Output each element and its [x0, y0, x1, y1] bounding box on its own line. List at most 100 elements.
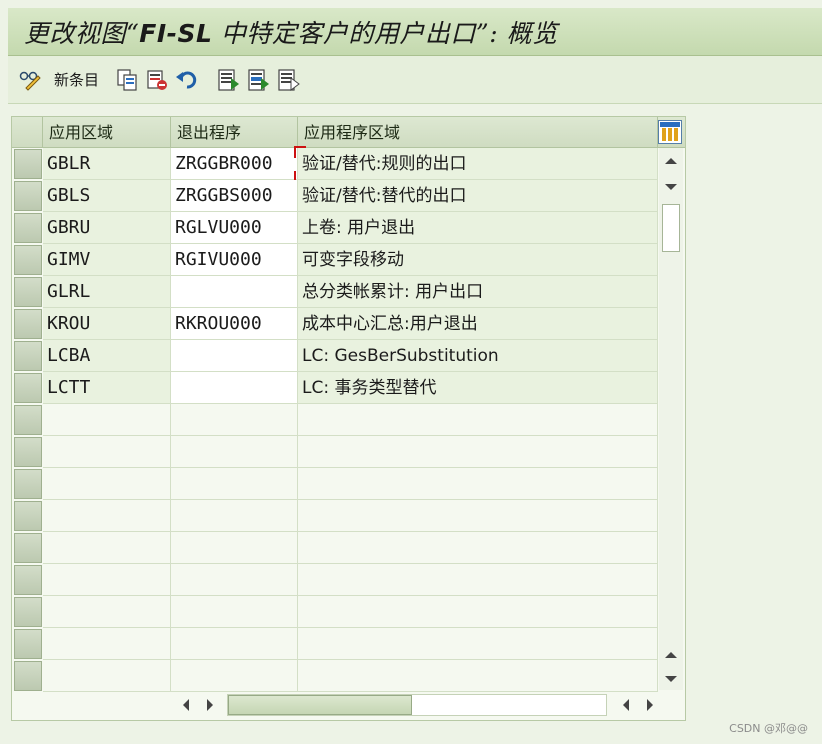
cell-exit-program-input[interactable]: RGIVU000: [171, 244, 298, 276]
view-table: 应用区域 退出程序 应用程序区域 GBLR ZRGGBR000 验证/替代:规则的出…: [11, 116, 686, 721]
scroll-page-down-icon[interactable]: [661, 668, 681, 690]
cell-exit-program-input[interactable]: [171, 340, 298, 372]
table-row: [12, 628, 658, 660]
row-selector[interactable]: [14, 245, 42, 275]
delete-button[interactable]: [145, 67, 169, 93]
display-change-icon: [19, 71, 41, 91]
row-selector[interactable]: [14, 277, 42, 307]
horizontal-scrollbar[interactable]: [172, 692, 658, 718]
cell-application-area: GBLR: [43, 148, 171, 180]
cell-application-area: [43, 468, 171, 500]
cell-application-area: GLRL: [43, 276, 171, 308]
table-row: LCTT LC: 事务类型替代: [12, 372, 658, 404]
cell-application-area: GIMV: [43, 244, 171, 276]
copy-as-button[interactable]: [115, 67, 139, 93]
row-selector[interactable]: [14, 533, 42, 563]
row-selector[interactable]: [14, 629, 42, 659]
scroll-left-icon[interactable]: [176, 695, 196, 715]
table-row: [12, 436, 658, 468]
select-block-button[interactable]: [247, 67, 271, 93]
horizontal-scroll-thumb[interactable]: [228, 695, 412, 715]
row-selector[interactable]: [14, 501, 42, 531]
select-all-corner[interactable]: [12, 117, 43, 148]
row-selector[interactable]: [14, 661, 42, 691]
table-body: GBLR ZRGGBR000 验证/替代:规则的出口 GBLS ZRGGBS000 验证/…: [12, 148, 658, 692]
cell-exit-program-input: [171, 532, 298, 564]
horizontal-scroll-track[interactable]: [227, 694, 607, 716]
scroll-far-right-icon[interactable]: [640, 695, 660, 715]
table-row: [12, 532, 658, 564]
deselect-all-button[interactable]: [277, 67, 301, 93]
cell-application-description: [298, 404, 658, 436]
cell-exit-program-input: [171, 436, 298, 468]
cell-application-description: [298, 628, 658, 660]
row-selector[interactable]: [14, 213, 42, 243]
cell-application-description: 可变字段移动: [298, 244, 658, 276]
row-selector[interactable]: [14, 373, 42, 403]
row-selector[interactable]: [14, 309, 42, 339]
row-selector[interactable]: [14, 149, 42, 179]
page-title: 更改视图“FI-SL 中特定客户的用户出口”: 概览: [24, 18, 558, 48]
cell-exit-program-input[interactable]: ZRGGBS000: [171, 180, 298, 212]
select-all-button[interactable]: [217, 67, 241, 93]
row-selector[interactable]: [14, 565, 42, 595]
row-selector[interactable]: [14, 181, 42, 211]
cell-application-area: [43, 532, 171, 564]
vertical-scroll-thumb[interactable]: [662, 204, 680, 252]
table-row: [12, 500, 658, 532]
row-selector[interactable]: [14, 469, 42, 499]
cell-application-description: 成本中心汇总:用户退出: [298, 308, 658, 340]
cell-application-area: [43, 564, 171, 596]
cell-application-description: [298, 564, 658, 596]
cell-exit-program-input: [171, 596, 298, 628]
cell-application-description: 上卷: 用户退出: [298, 212, 658, 244]
scroll-right-icon[interactable]: [200, 695, 220, 715]
row-selector[interactable]: [14, 341, 42, 371]
scroll-far-left-icon[interactable]: [616, 695, 636, 715]
table-row: GIMV RGIVU000 可变字段移动: [12, 244, 658, 276]
table-row: KROU RKROU000 成本中心汇总:用户退出: [12, 308, 658, 340]
cell-application-area: [43, 660, 171, 692]
cell-exit-program-input: [171, 564, 298, 596]
cell-exit-program-input: [171, 500, 298, 532]
undo-change-button[interactable]: [175, 67, 199, 93]
cell-application-area: KROU: [43, 308, 171, 340]
cell-application-description: 验证/替代:规则的出口: [298, 148, 658, 180]
cell-exit-program-input[interactable]: ZRGGBR000: [171, 148, 298, 180]
vertical-scrollbar[interactable]: [659, 148, 683, 690]
cell-application-description: 验证/替代:替代的出口: [298, 180, 658, 212]
cell-application-area: LCBA: [43, 340, 171, 372]
table-row: [12, 660, 658, 692]
delete-icon: [147, 69, 168, 90]
cell-application-area: [43, 596, 171, 628]
column-header-area[interactable]: 应用区域: [43, 117, 171, 148]
cell-application-description: [298, 468, 658, 500]
new-entries-button[interactable]: 新条目: [48, 67, 109, 93]
table-row: GBLR ZRGGBR000 验证/替代:规则的出口: [12, 148, 658, 180]
scroll-up-icon[interactable]: [661, 150, 681, 172]
cell-application-description: 总分类帐累计: 用户出口: [298, 276, 658, 308]
row-selector[interactable]: [14, 405, 42, 435]
column-configuration-button[interactable]: [658, 120, 682, 144]
cell-application-description: LC: GesBerSubstitution: [298, 340, 658, 372]
cell-exit-program-input[interactable]: [171, 372, 298, 404]
copy-icon: [117, 68, 137, 91]
table-row: GLRL 总分类帐累计: 用户出口: [12, 276, 658, 308]
cell-application-area: [43, 628, 171, 660]
cell-application-description: [298, 596, 658, 628]
row-selector[interactable]: [14, 437, 42, 467]
column-header-desc[interactable]: 应用程序区域: [298, 117, 658, 148]
row-selector[interactable]: [14, 597, 42, 627]
cell-exit-program-input[interactable]: [171, 276, 298, 308]
display-change-button[interactable]: [18, 67, 42, 93]
scroll-down-icon[interactable]: [661, 176, 681, 198]
cell-exit-program-input[interactable]: RKROU000: [171, 308, 298, 340]
column-header-exit[interactable]: 退出程序: [171, 117, 298, 148]
scroll-page-up-icon[interactable]: [661, 644, 681, 666]
cell-application-area: GBRU: [43, 212, 171, 244]
cell-exit-program-input[interactable]: RGLVU000: [171, 212, 298, 244]
cell-application-area: [43, 404, 171, 436]
table-row: LCBA LC: GesBerSubstitution: [12, 340, 658, 372]
cell-application-description: LC: 事务类型替代: [298, 372, 658, 404]
deselect-all-icon: [278, 68, 300, 91]
